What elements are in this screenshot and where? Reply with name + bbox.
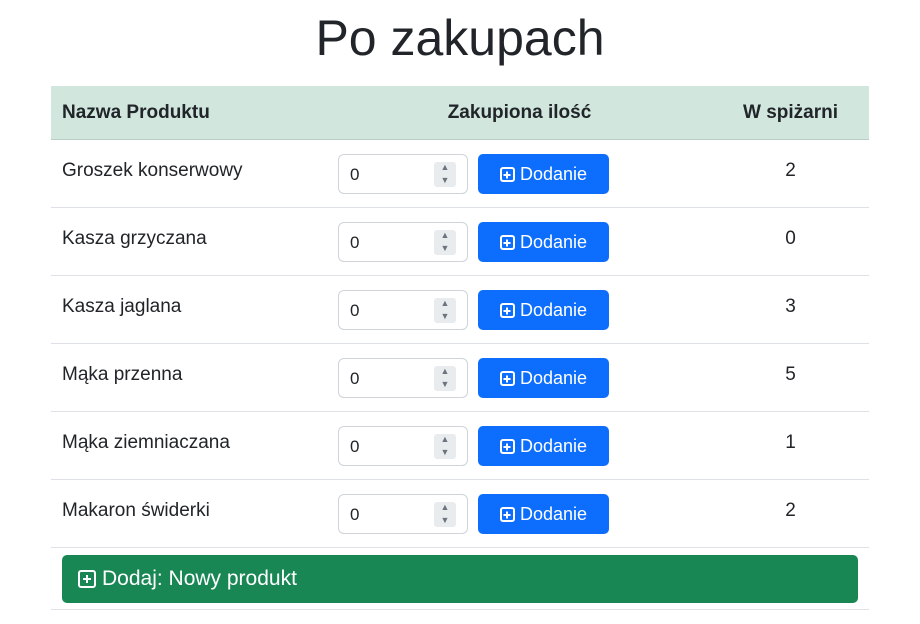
quantity-input[interactable] [350,502,430,525]
product-name: Makaron świderki [51,479,327,548]
quantity-cell: ▲▼ Dodanie [327,343,712,412]
table-body: Groszek konserwowy▲▼Dodanie2Kasza grzycz… [51,139,869,548]
pantry-count: 0 [712,207,869,276]
add-quantity-button[interactable]: Dodanie [478,425,609,466]
header-name: Nazwa Produktu [51,86,327,140]
pantry-count: 2 [712,139,869,208]
quantity-cell: ▲▼ Dodanie [327,207,712,276]
quantity-cell: ▲▼ Dodanie [327,479,712,548]
product-name: Groszek konserwowy [51,139,327,208]
quantity-input[interactable] [350,230,430,253]
products-table: Nazwa Produktu Zakupiona ilość W spiżarn… [51,86,869,610]
footer-row: Dodaj: Nowy produkt [51,547,869,610]
spinner-arrows-icon[interactable]: ▲ ▼ [434,161,456,187]
quantity-controls: ▲▼ Dodanie [338,153,701,194]
plus-square-icon [499,303,515,318]
quantity-input[interactable] [350,162,430,185]
quantity-stepper[interactable]: ▲▼ [338,493,468,534]
quantity-stepper[interactable]: ▲▼ [338,221,468,262]
spinner-arrows-icon[interactable]: ▲ ▼ [434,365,456,391]
add-quantity-label: Dodanie [519,368,588,388]
table-row: Mąka ziemniaczana ▲▼ Dodanie 1 [51,411,869,480]
quantity-controls: ▲▼ Dodanie [338,493,701,534]
spinner-arrows-icon[interactable]: ▲ ▼ [434,501,456,527]
plus-square-icon [499,507,515,522]
table-row: Makaron świderki ▲▼ Dodanie 2 [51,479,869,548]
page-title: Po zakupach [315,10,605,66]
add-new-product-label: Dodaj: Nowy produkt [102,566,297,590]
table-row: Mąka przenna ▲▼ Dodanie 5 [51,343,869,412]
plus-square-icon [499,371,515,386]
header-pantry: W spiżarni [712,86,869,140]
add-new-product-button[interactable]: Dodaj: Nowy produkt [62,554,858,603]
pantry-count: 1 [712,411,869,480]
quantity-controls: ▲▼ Dodanie [338,221,701,262]
quantity-stepper[interactable]: ▲▼ [338,289,468,330]
page: Po zakupach Nazwa Produktu Zakupiona ilo… [0,0,920,624]
add-quantity-button[interactable]: Dodanie [478,221,609,262]
quantity-input[interactable] [350,366,430,389]
add-quantity-label: Dodanie [519,164,588,184]
add-quantity-label: Dodanie [519,232,588,252]
plus-square-icon [499,167,515,182]
plus-square-icon [78,569,96,588]
header-quantity: Zakupiona ilość [327,86,712,140]
quantity-stepper[interactable]: ▲▼ [338,425,468,466]
add-quantity-button[interactable]: Dodanie [478,153,609,194]
add-quantity-button[interactable]: Dodanie [478,357,609,398]
pantry-count: 3 [712,275,869,344]
footer-cell: Dodaj: Nowy produkt [51,547,869,610]
product-name: Kasza grzyczana [51,207,327,276]
table-row: Kasza grzyczana ▲▼ Dodanie 0 [51,207,869,276]
plus-square-icon [499,439,515,454]
spinner-arrows-icon[interactable]: ▲ ▼ [434,433,456,459]
quantity-cell: ▲▼ Dodanie [327,411,712,480]
product-name: Mąka przenna [51,343,327,412]
plus-square-icon [499,235,515,250]
table-row: Groszek konserwowy ▲▼ Dodanie 2 [51,139,869,208]
add-quantity-label: Dodanie [519,300,588,320]
quantity-controls: ▲▼ Dodanie [338,289,701,330]
add-quantity-label: Dodanie [519,504,588,524]
quantity-input[interactable] [350,298,430,321]
add-quantity-button[interactable]: Dodanie [478,289,609,330]
quantity-controls: ▲▼ Dodanie [338,425,701,466]
quantity-controls: ▲▼ Dodanie [338,357,701,398]
table-header-row: Nazwa Produktu Zakupiona ilość W spiżarn… [51,86,869,140]
product-name: Kasza jaglana [51,275,327,344]
spinner-arrows-icon[interactable]: ▲ ▼ [434,229,456,255]
pantry-count: 2 [712,479,869,548]
quantity-stepper[interactable]: ▲▼ [338,153,468,194]
add-quantity-label: Dodanie [519,436,588,456]
spinner-arrows-icon[interactable]: ▲ ▼ [434,297,456,323]
quantity-cell: ▲▼ Dodanie [327,275,712,344]
quantity-stepper[interactable]: ▲▼ [338,357,468,398]
add-quantity-button[interactable]: Dodanie [478,493,609,534]
pantry-count: 5 [712,343,869,412]
quantity-cell: ▲▼ Dodanie [327,139,712,208]
table-row: Kasza jaglana ▲▼ Dodanie 3 [51,275,869,344]
quantity-input[interactable] [350,434,430,457]
product-name: Mąka ziemniaczana [51,411,327,480]
